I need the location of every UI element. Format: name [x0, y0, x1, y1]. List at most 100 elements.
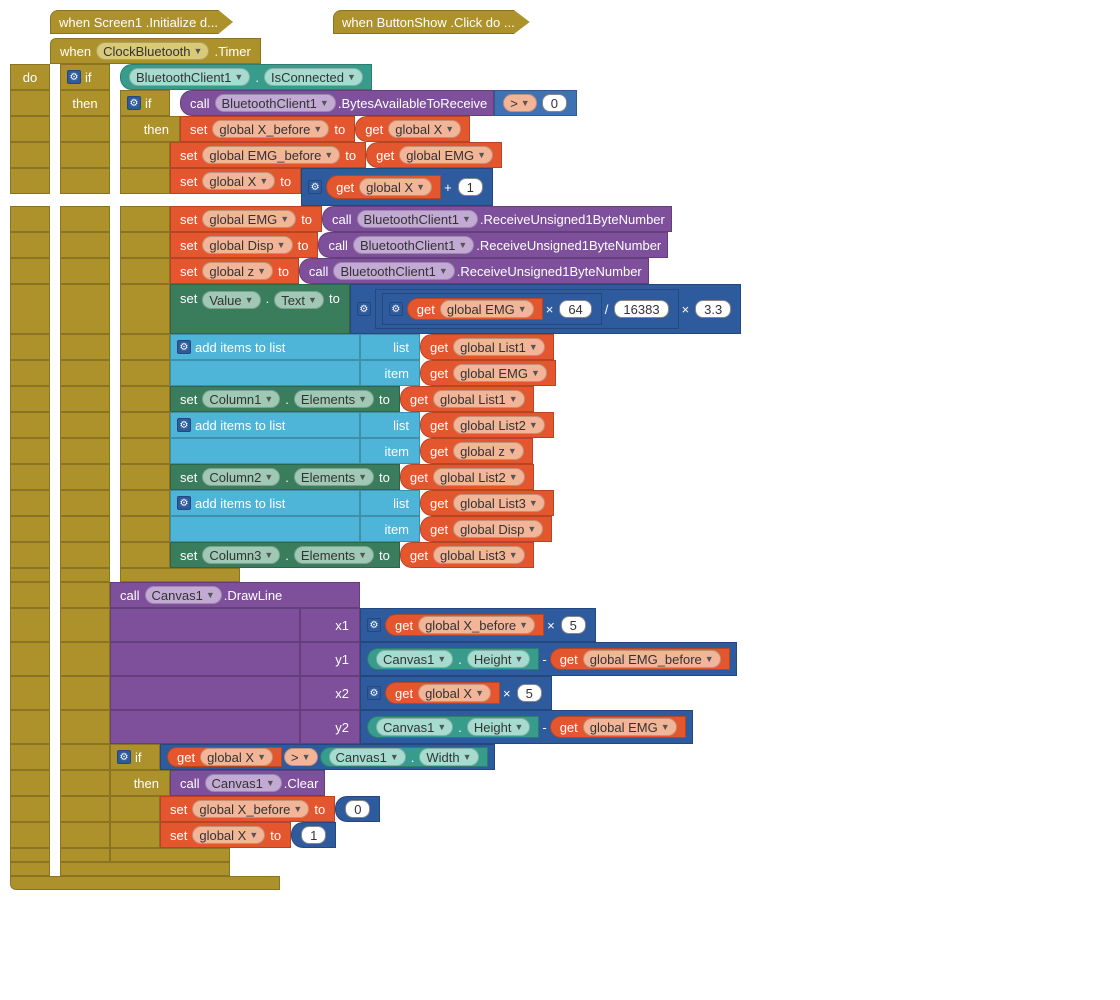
- math-x1[interactable]: ⚙ get global X_before▼ × 5: [360, 608, 596, 642]
- get-emg-4[interactable]: get global EMG▼: [550, 716, 686, 738]
- isconnected-block[interactable]: BluetoothClient1▼ . IsConnected▼: [120, 64, 372, 90]
- set-x[interactable]: set global X▼ to: [170, 168, 301, 194]
- set-value-text[interactable]: set Value▼ . Text▼ to: [170, 284, 350, 334]
- elements-dd-3[interactable]: Elements▼: [294, 546, 374, 564]
- var-list1-2[interactable]: global List1▼: [433, 390, 525, 408]
- bt-dropdown-2[interactable]: BluetoothClient1▼: [215, 94, 336, 112]
- collapsed-block-buttonshow[interactable]: when ButtonShow .Click do ...: [333, 10, 530, 34]
- height-dd-2[interactable]: Height▼: [467, 718, 531, 736]
- set-column2[interactable]: set Column2▼ . Elements▼ to: [170, 464, 400, 490]
- set-column1[interactable]: set Column1▼ . Elements▼ to: [170, 386, 400, 412]
- set-z[interactable]: set global z▼ to: [170, 258, 299, 284]
- gear-icon[interactable]: ⚙: [308, 180, 322, 194]
- bt-dropdown-1[interactable]: BluetoothClient1▼: [129, 68, 250, 86]
- gt-dropdown-2[interactable]: >▼: [284, 748, 318, 766]
- when-clock-header[interactable]: when ClockBluetooth▼ .Timer: [50, 38, 261, 64]
- math-div[interactable]: ⚙ get global EMG▼ × 64 / 16383: [375, 289, 679, 329]
- get-list2-2[interactable]: get global List2▼: [400, 464, 534, 490]
- compare-gt[interactable]: >▼ 0: [494, 90, 577, 116]
- math-x2[interactable]: ⚙ get global X▼ × 5: [360, 676, 552, 710]
- num-16383[interactable]: 16383: [614, 300, 668, 318]
- num-block-1[interactable]: 1: [291, 822, 336, 848]
- additems-2[interactable]: ⚙ add items to list: [170, 412, 360, 438]
- num-64[interactable]: 64: [559, 300, 591, 318]
- canvas-dd-5[interactable]: Canvas1▼: [205, 774, 282, 792]
- var-x[interactable]: global X▼: [388, 120, 461, 138]
- var-z-2[interactable]: global z▼: [453, 442, 524, 460]
- col2-dd[interactable]: Column2▼: [202, 468, 280, 486]
- additems-3[interactable]: ⚙ add items to list: [170, 490, 360, 516]
- set-column3[interactable]: set Column3▼ . Elements▼ to: [170, 542, 400, 568]
- num-33[interactable]: 3.3: [695, 300, 731, 318]
- height-dd[interactable]: Height▼: [467, 650, 531, 668]
- get-emgbefore[interactable]: get global EMG_before▼: [550, 648, 730, 670]
- math-y1[interactable]: Canvas1▼ . Height▼ - get global EMG_befo…: [360, 642, 737, 676]
- num-one-2[interactable]: 1: [301, 826, 326, 844]
- math-y2[interactable]: Canvas1▼ . Height▼ - get global EMG▼: [360, 710, 693, 744]
- value-dd[interactable]: Value▼: [202, 291, 260, 309]
- elements-dd-2[interactable]: Elements▼: [294, 468, 374, 486]
- var-list1[interactable]: global List1▼: [453, 338, 545, 356]
- bt-dd-3[interactable]: BluetoothClient1▼: [357, 210, 478, 228]
- gear-icon[interactable]: ⚙: [389, 302, 403, 316]
- additems-1[interactable]: ⚙ add items to list: [170, 334, 360, 360]
- call-bytesavail[interactable]: call BluetoothClient1▼ .BytesAvailableTo…: [180, 90, 494, 116]
- var-emg-3[interactable]: global EMG▼: [440, 300, 534, 318]
- var-emgbefore-2[interactable]: global EMG_before▼: [583, 650, 721, 668]
- var-x-3[interactable]: global X▼: [359, 178, 432, 196]
- col1-dd[interactable]: Column1▼: [202, 390, 280, 408]
- get-emg-1[interactable]: get global EMG▼: [366, 142, 502, 168]
- canvas-dd[interactable]: Canvas1▼: [145, 586, 222, 604]
- var-list2[interactable]: global List2▼: [453, 416, 545, 434]
- var-list2-2[interactable]: global List2▼: [433, 468, 525, 486]
- gear-icon[interactable]: ⚙: [367, 618, 381, 632]
- var-x-5[interactable]: global X▼: [200, 748, 273, 766]
- var-z[interactable]: global z▼: [202, 262, 273, 280]
- var-emg-4[interactable]: global EMG▼: [453, 364, 547, 382]
- canvas-dd-3[interactable]: Canvas1▼: [376, 718, 453, 736]
- canvas-width[interactable]: Canvas1▼ . Width▼: [320, 747, 488, 767]
- compare-width[interactable]: get global X▼ >▼ Canvas1▼ . Width▼: [160, 744, 495, 770]
- set-emgbefore[interactable]: set global EMG_before▼ to: [170, 142, 366, 168]
- call-recv-3[interactable]: call BluetoothClient1▼ .ReceiveUnsigned1…: [299, 258, 649, 284]
- width-dd[interactable]: Width▼: [419, 748, 478, 766]
- elements-dd[interactable]: Elements▼: [294, 390, 374, 408]
- get-list1-2[interactable]: get global List1▼: [400, 386, 534, 412]
- collapsed-block-screen1-init[interactable]: when Screen1 .Initialize d...: [50, 10, 233, 34]
- gear-icon[interactable]: ⚙: [67, 70, 81, 84]
- set-emg[interactable]: set global EMG▼ to: [170, 206, 322, 232]
- gear-icon[interactable]: ⚙: [117, 750, 131, 764]
- num-zero[interactable]: 0: [542, 94, 567, 112]
- clock-dropdown[interactable]: ClockBluetooth▼: [96, 42, 209, 60]
- get-x-4[interactable]: get global X▼: [167, 747, 282, 767]
- if-block-1[interactable]: ⚙if: [60, 64, 110, 90]
- call-recv-2[interactable]: call BluetoothClient1▼ .ReceiveUnsigned1…: [318, 232, 668, 258]
- math-add[interactable]: ⚙ get global X▼ + 1: [301, 168, 493, 206]
- col3-dd[interactable]: Column3▼: [202, 546, 280, 564]
- get-z[interactable]: get global z▼: [420, 438, 533, 464]
- canvas-dd-2[interactable]: Canvas1▼: [376, 650, 453, 668]
- var-emg-2[interactable]: global EMG▼: [202, 210, 296, 228]
- num-one[interactable]: 1: [458, 178, 483, 196]
- var-xbefore-2[interactable]: global X_before▼: [418, 616, 535, 634]
- get-x-1[interactable]: get global X▼: [355, 116, 470, 142]
- gear-icon[interactable]: ⚙: [127, 96, 141, 110]
- canvas-dd-4[interactable]: Canvas1▼: [329, 748, 406, 766]
- var-list3[interactable]: global List3▼: [453, 494, 545, 512]
- canvas-height-2[interactable]: Canvas1▼ . Height▼: [367, 716, 539, 738]
- num-5b[interactable]: 5: [517, 684, 542, 702]
- get-emg-3[interactable]: get global EMG▼: [420, 360, 556, 386]
- gear-icon[interactable]: ⚙: [177, 418, 191, 432]
- get-xbefore[interactable]: get global X_before▼: [385, 614, 544, 636]
- call-drawline[interactable]: call Canvas1▼ .DrawLine: [110, 582, 360, 608]
- set-xbefore-2[interactable]: set global X_before▼ to: [160, 796, 335, 822]
- text-dd[interactable]: Text▼: [274, 291, 324, 309]
- var-xbefore[interactable]: global X_before▼: [212, 120, 329, 138]
- math-inner-mul[interactable]: ⚙ get global EMG▼ × 64: [382, 293, 602, 325]
- var-list3-2[interactable]: global List3▼: [433, 546, 525, 564]
- set-x-2[interactable]: set global X▼ to: [160, 822, 291, 848]
- set-xbefore[interactable]: set global X_before▼ to: [180, 116, 355, 142]
- var-disp-2[interactable]: global Disp▼: [453, 520, 543, 538]
- set-disp[interactable]: set global Disp▼ to: [170, 232, 318, 258]
- var-emg[interactable]: global EMG▼: [399, 146, 493, 164]
